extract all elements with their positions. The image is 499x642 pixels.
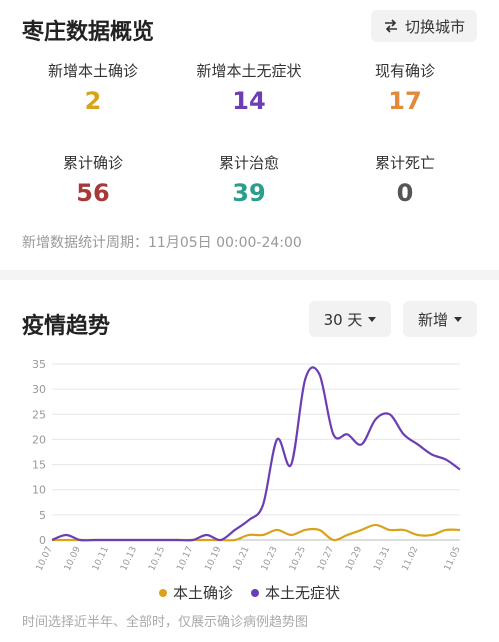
x-tick-label: 10.15 [147, 545, 167, 573]
y-tick-label: 35 [32, 358, 46, 371]
trend-chart: 0510152025303510.07 10.09 10.11 10.13 10.15 1… [32, 358, 463, 573]
range-dropdown-label: 30 天 [323, 310, 363, 329]
stat-label: 累计治愈 [218, 154, 279, 172]
legend-item-confirmed[interactable]: 本土确诊 [158, 582, 233, 603]
x-tick-label: 10.27 [316, 545, 336, 573]
stat-value: 56 [76, 179, 110, 207]
x-tick-label: 10.31 [372, 545, 392, 573]
stat-value: 39 [232, 179, 266, 207]
x-tick-label: 10.13 [119, 545, 139, 573]
mode-dropdown-label: 新增 [417, 310, 448, 329]
stat-label: 累计确诊 [62, 154, 123, 172]
chart-legend: 本土确诊 本土无症状 [0, 582, 499, 603]
legend-label: 本土确诊 [172, 584, 233, 602]
stat-value: 0 [396, 179, 414, 207]
swap-icon [384, 19, 397, 33]
stat-value: 14 [232, 87, 266, 115]
y-tick-label: 10 [32, 484, 46, 497]
stat-total-deaths: 累计死亡 0 [330, 152, 480, 207]
stat-new-local-confirmed: 新增本土确诊 2 [18, 60, 168, 115]
chart-note: 时间选择近半年、全部时，仅展示确诊病例趋势图 [22, 615, 309, 630]
series-line-0 [51, 523, 461, 542]
x-tick-label: 10.29 [344, 545, 364, 573]
overview-title: 枣庄数据概览 [22, 20, 155, 45]
stat-value: 2 [84, 87, 102, 115]
x-tick-label: 11.05 [443, 545, 463, 573]
y-tick-label: 5 [39, 509, 46, 522]
stat-label: 累计死亡 [374, 154, 435, 172]
y-tick-label: 20 [32, 433, 46, 446]
stat-current-confirmed: 现有确诊 17 [330, 60, 480, 115]
y-tick-label: 30 [32, 383, 46, 396]
y-tick-label: 15 [32, 459, 46, 472]
stat-label: 新增本土确诊 [47, 62, 138, 80]
range-dropdown[interactable]: 30 天 [309, 301, 391, 337]
x-tick-label: 10.11 [91, 545, 111, 573]
stat-value: 17 [388, 87, 422, 115]
switch-city-button[interactable]: 切换城市 [370, 10, 477, 42]
x-tick-label: 10.25 [288, 545, 308, 573]
dropdown-arrow-icon [454, 316, 462, 322]
x-tick-label: 11.02 [401, 545, 421, 573]
x-tick-label: 10.21 [232, 545, 252, 573]
switch-city-label: 切换城市 [404, 17, 465, 36]
dropdown-arrow-icon [368, 316, 377, 322]
stat-total-confirmed: 累计确诊 56 [18, 152, 168, 207]
legend-dot-icon [251, 588, 259, 597]
x-tick-label: 10.19 [204, 545, 224, 573]
legend-item-asymptomatic[interactable]: 本土无症状 [251, 582, 340, 603]
mode-dropdown[interactable]: 新增 [403, 301, 477, 337]
legend-dot-icon [158, 588, 167, 597]
x-tick-label: 10.17 [175, 545, 195, 573]
x-tick-label: 10.09 [63, 545, 83, 573]
stat-total-cured: 累计治愈 39 [174, 152, 324, 207]
x-tick-label: 10.23 [260, 545, 280, 573]
stat-new-local-asymptomatic: 新增本土无症状 14 [174, 60, 324, 115]
trend-title: 疫情趋势 [22, 314, 111, 339]
stat-period-text: 新增数据统计周期：11月05日 00:00-24:00 [22, 235, 302, 251]
stat-label: 现有确诊 [374, 62, 435, 80]
stat-label: 新增本土无症状 [196, 62, 302, 80]
y-tick-label: 25 [32, 408, 46, 421]
legend-label: 本土无症状 [265, 584, 341, 602]
x-tick-label: 10.07 [35, 545, 55, 573]
